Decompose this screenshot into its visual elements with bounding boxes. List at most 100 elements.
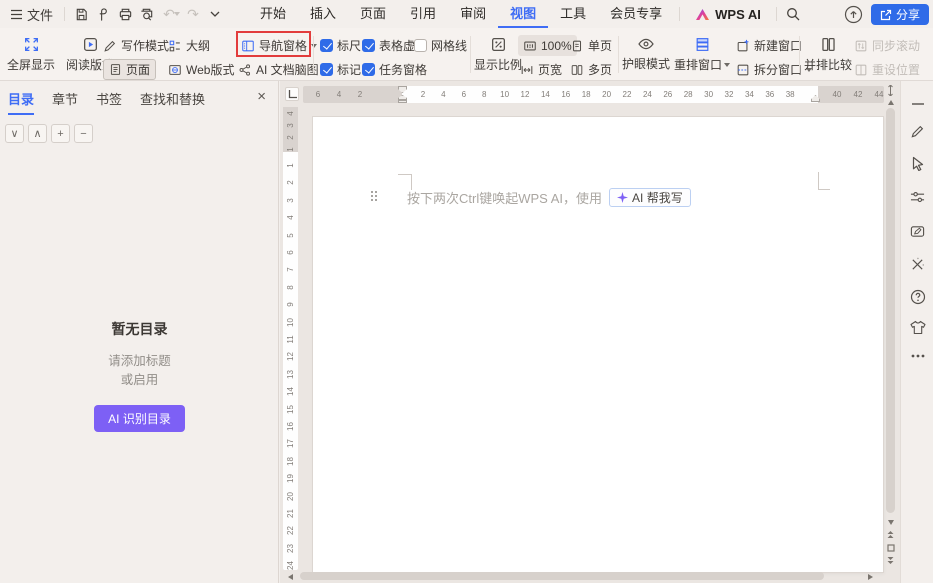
page-width-button[interactable]: 页宽 — [520, 59, 562, 80]
redo-button[interactable]: ↷ — [182, 3, 204, 25]
expand-down-button[interactable]: ∨ — [5, 124, 24, 143]
tab-reference[interactable]: 引用 — [398, 0, 448, 28]
ruler-number: 6 — [286, 245, 295, 260]
tab-member[interactable]: 会员专享 — [598, 0, 674, 28]
ruler-number: 16 — [561, 90, 570, 99]
doc-assistant-icon[interactable] — [909, 223, 926, 240]
upload-cloud-button[interactable] — [844, 5, 863, 24]
close-icon[interactable]: × — [257, 89, 266, 104]
split-window-button[interactable]: 拆分窗口 — [736, 59, 812, 80]
checkbox-marks[interactable]: 标记 — [320, 59, 361, 80]
tab-insert[interactable]: 插入 — [298, 0, 348, 28]
cursor-select-icon[interactable] — [909, 155, 926, 172]
titlebar: 文件 ↶ ↷ 开始 插入 页面 引用 审阅 视图 工具 会员专享 — [0, 0, 933, 28]
fullscreen-button[interactable]: 全屏显示 — [2, 30, 60, 79]
ruler-number: 21 — [286, 506, 295, 521]
checkbox-ruler[interactable]: 标尺 — [320, 35, 361, 56]
sidebar-tab-find-replace[interactable]: 查找和替换 — [140, 89, 205, 115]
ruler-number: 13 — [286, 367, 295, 382]
tab-home[interactable]: 开始 — [248, 0, 298, 28]
side-by-side-button[interactable]: 并排比较 — [804, 30, 852, 79]
left-indent-marker[interactable] — [398, 100, 407, 103]
scroll-left-icon[interactable] — [288, 574, 293, 580]
zoom-100-button[interactable]: 100% — [518, 35, 577, 56]
divider — [618, 36, 619, 73]
save-button[interactable] — [70, 3, 92, 25]
horizontal-scrollbar[interactable] — [300, 572, 824, 580]
scroll-up-icon[interactable] — [884, 97, 897, 108]
select-browse-object-icon[interactable] — [884, 542, 897, 553]
zoom-ratio-icon — [472, 36, 524, 53]
ruler-toggle-icon[interactable] — [884, 85, 897, 96]
ruler-number: 9 — [286, 297, 295, 312]
export-pdf-button[interactable] — [92, 3, 114, 25]
scroll-down-icon[interactable] — [884, 517, 897, 528]
zoom-in-button[interactable]: + — [51, 124, 70, 143]
outline-button[interactable]: 大纲 — [168, 35, 210, 56]
paragraph-drag-handle-icon[interactable] — [371, 191, 381, 205]
previous-page-icon[interactable] — [884, 530, 897, 541]
print-preview-icon — [139, 7, 155, 22]
single-page-button[interactable]: 单页 — [570, 35, 612, 56]
print-button[interactable] — [114, 3, 136, 25]
ruler-number: 14 — [286, 384, 295, 399]
next-page-icon[interactable] — [884, 553, 897, 564]
zoom-ratio-label: 显示比例 — [472, 56, 524, 73]
multi-page-label: 多页 — [588, 61, 612, 78]
ai-doc-map-button[interactable]: AI 文档脑图 — [238, 59, 319, 80]
checkbox-marks-label: 标记 — [337, 61, 361, 78]
ruler-number: 20 — [286, 489, 295, 504]
ruler-number: 12 — [286, 349, 295, 364]
nav-pane-button[interactable]: 导航窗格 — [241, 35, 317, 56]
multi-page-button[interactable]: 多页 — [570, 59, 612, 80]
vertical-scrollbar[interactable] — [886, 108, 895, 513]
pen-edit-icon[interactable] — [909, 123, 926, 140]
document-page[interactable]: 按下两次Ctrl键唤起WPS AI，使用 AI 帮我写 — [313, 117, 883, 572]
web-layout-button[interactable]: Web版式 — [168, 59, 234, 80]
eye-protect-button[interactable]: 护眼模式 — [621, 30, 671, 79]
collapse-up-button[interactable]: ∧ — [28, 124, 47, 143]
ratio-1-1-icon — [523, 39, 537, 53]
page-mode-button[interactable]: 页面 — [103, 59, 156, 80]
file-menu-button[interactable]: 文件 — [4, 2, 59, 26]
rearrange-window-button[interactable]: 重排窗口 — [673, 30, 731, 79]
print-preview-button[interactable] — [136, 3, 158, 25]
undo-caret-icon[interactable] — [174, 12, 180, 16]
tab-review[interactable]: 审阅 — [448, 0, 498, 28]
ai-recognize-toc-button[interactable]: AI 识别目录 — [94, 405, 185, 432]
help-icon[interactable] — [909, 288, 926, 305]
tab-tools[interactable]: 工具 — [548, 0, 598, 28]
checkbox-task-pane[interactable]: 任务窗格 — [362, 59, 427, 80]
ruler-number: 7 — [286, 262, 295, 277]
new-window-button[interactable]: 新建窗口 — [736, 35, 802, 56]
checkbox-grid[interactable]: 网格线 — [414, 35, 467, 56]
zoom-out-button[interactable]: − — [74, 124, 93, 143]
ai-doc-map-label: AI 文档脑图 — [256, 61, 319, 78]
share-button[interactable]: 分享 — [871, 4, 929, 25]
tools-wands-icon[interactable] — [909, 256, 926, 273]
properties-sliders-icon[interactable] — [909, 188, 926, 205]
v-ruler[interactable]: 4321123456789101112131415161718192021222… — [283, 107, 298, 570]
more-options-icon[interactable] — [909, 347, 926, 364]
tab-stop-selector[interactable] — [285, 87, 299, 101]
sidebar-tab-contents[interactable]: 目录 — [8, 89, 34, 115]
ai-help-write-chip[interactable]: AI 帮我写 — [609, 188, 691, 207]
tab-page[interactable]: 页面 — [348, 0, 398, 28]
tab-view[interactable]: 视图 — [498, 0, 548, 28]
scroll-right-icon[interactable] — [868, 574, 873, 580]
sidebar-tab-chapters[interactable]: 章节 — [52, 89, 78, 115]
ruler-number: 3 — [286, 193, 295, 208]
ruler-number: 34 — [745, 90, 754, 99]
split-window-label: 拆分窗口 — [754, 61, 802, 78]
zoom-ratio-button[interactable]: 显示比例 — [472, 30, 524, 79]
h-ruler[interactable]: 6422468101214161820222426283032343638404… — [303, 86, 884, 103]
search-button[interactable] — [782, 3, 804, 25]
wps-ai-entry[interactable]: WPS AI — [685, 0, 771, 28]
collapse-handle-icon[interactable] — [909, 95, 926, 112]
skin-theme-icon[interactable] — [909, 319, 926, 336]
page-width-icon — [520, 63, 534, 77]
toolbar-more-button[interactable] — [204, 3, 226, 25]
sidebar-tab-bookmarks[interactable]: 书签 — [96, 89, 122, 115]
writing-mode-button[interactable]: 写作模式 — [103, 35, 169, 56]
share-icon — [880, 9, 892, 21]
